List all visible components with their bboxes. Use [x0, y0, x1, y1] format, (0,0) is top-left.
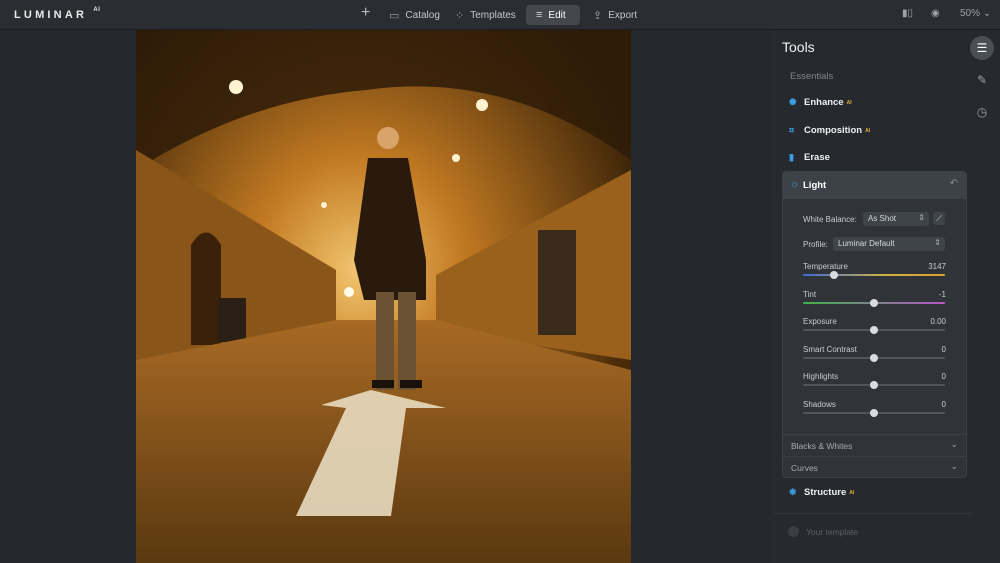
profile-select[interactable]: Luminar Default ⇕	[833, 237, 945, 251]
white-balance-select[interactable]: As Shot ⇕	[863, 212, 929, 226]
slider-thumb[interactable]	[870, 381, 878, 389]
slider-thumb[interactable]	[870, 326, 878, 334]
sparkle-icon: ✺	[789, 97, 797, 107]
divider	[774, 513, 972, 514]
photo-preview[interactable]	[136, 30, 631, 563]
slider-track[interactable]	[803, 271, 945, 279]
light-tool-header[interactable]: ☼ Light ↶	[783, 172, 966, 199]
slider-thumb[interactable]	[870, 353, 878, 362]
zoom-dropdown[interactable]: 50% ⌄	[960, 8, 991, 19]
slider-thumb[interactable]	[870, 408, 878, 417]
tool-structure[interactable]: ❋ Structure AI	[789, 487, 854, 498]
reset-icon[interactable]: ↶	[950, 178, 958, 189]
crop-icon: ⌗	[789, 125, 795, 135]
folder-icon: ▭	[389, 9, 400, 22]
slider-label: Exposure	[803, 317, 837, 326]
adjustments-icon[interactable]: ☰	[970, 36, 994, 60]
eye-icon[interactable]: ◉	[931, 8, 940, 19]
slider-thumb[interactable]	[830, 271, 839, 279]
template-icon	[788, 526, 799, 537]
slider-value: 0	[941, 372, 946, 381]
white-balance-label: White Balance:	[803, 215, 857, 224]
profile-label: Profile:	[803, 240, 828, 249]
slider-value: 0	[941, 399, 946, 409]
stepper-icon: ⇕	[934, 238, 941, 247]
sun-icon: ☼	[790, 179, 800, 190]
stepper-icon: ⇕	[918, 213, 925, 222]
light-tool-panel: ☼ Light ↶ White Balance: As Shot ⇕ ⟋ Pro…	[782, 171, 967, 478]
slider-label: Shadows	[803, 399, 836, 409]
slider-label: Smart Contrast	[803, 344, 857, 354]
app-logo: LUMINAR AI	[14, 7, 101, 21]
blacks-whites-section[interactable]: Blacks & Whites ⌄	[783, 434, 966, 456]
tool-erase[interactable]: ▮ Erase	[789, 152, 830, 163]
structure-icon: ❋	[789, 487, 797, 497]
export-tab[interactable]: ⇪ Export	[593, 5, 637, 25]
panel-title: Tools	[782, 39, 815, 55]
slider-value: 0	[941, 344, 946, 354]
slider-track[interactable]	[803, 298, 945, 307]
slider-track[interactable]	[803, 326, 945, 334]
tool-composition[interactable]: ⌗ Composition AI	[789, 125, 870, 136]
slider-label: Highlights	[803, 372, 839, 381]
curves-section[interactable]: Curves ⌄	[783, 456, 966, 478]
chevron-down-icon: ⌄	[950, 461, 958, 471]
slider-thumb[interactable]	[870, 298, 878, 307]
eraser-icon: ▮	[789, 152, 794, 162]
your-template-row[interactable]: Your template	[788, 526, 858, 537]
slider-track[interactable]	[803, 353, 945, 362]
slider-label: Temperature	[803, 262, 848, 271]
templates-icon: ⁘	[455, 9, 465, 22]
sliders-icon: ≡	[536, 9, 543, 21]
compare-icon[interactable]: ▮▯	[902, 8, 913, 19]
slider-track[interactable]	[803, 381, 945, 389]
chevron-down-icon: ⌄	[950, 439, 958, 449]
edit-tab[interactable]: ≡ Edit	[536, 5, 566, 25]
export-icon: ⇪	[593, 9, 603, 22]
add-photos-button[interactable]: +	[361, 4, 370, 22]
slider-label: Tint	[803, 289, 817, 299]
eyedropper-icon[interactable]: ⟋	[933, 212, 945, 225]
history-icon[interactable]: ◷	[970, 100, 994, 124]
slider-value: 3147	[928, 262, 946, 271]
panel-switcher: ☰ ✎ ◷	[970, 36, 996, 132]
essentials-label: Essentials	[790, 71, 834, 82]
brush-icon[interactable]: ✎	[970, 68, 994, 92]
tools-panel: Tools ☰ ✎ ◷ Essentials ✺ Enhance AI ⌗ Com…	[770, 30, 1000, 563]
top-bar: LUMINAR AI + ▭ Catalog ⁘ Templates ≡ Edi…	[0, 0, 1000, 30]
catalog-tab[interactable]: ▭ Catalog	[389, 5, 440, 25]
slider-track[interactable]	[803, 408, 945, 417]
templates-tab[interactable]: ⁘ Templates	[455, 5, 516, 25]
slider-value: -1	[938, 289, 946, 299]
tool-enhance[interactable]: ✺ Enhance AI	[789, 97, 852, 108]
slider-value: 0.00	[930, 317, 946, 326]
